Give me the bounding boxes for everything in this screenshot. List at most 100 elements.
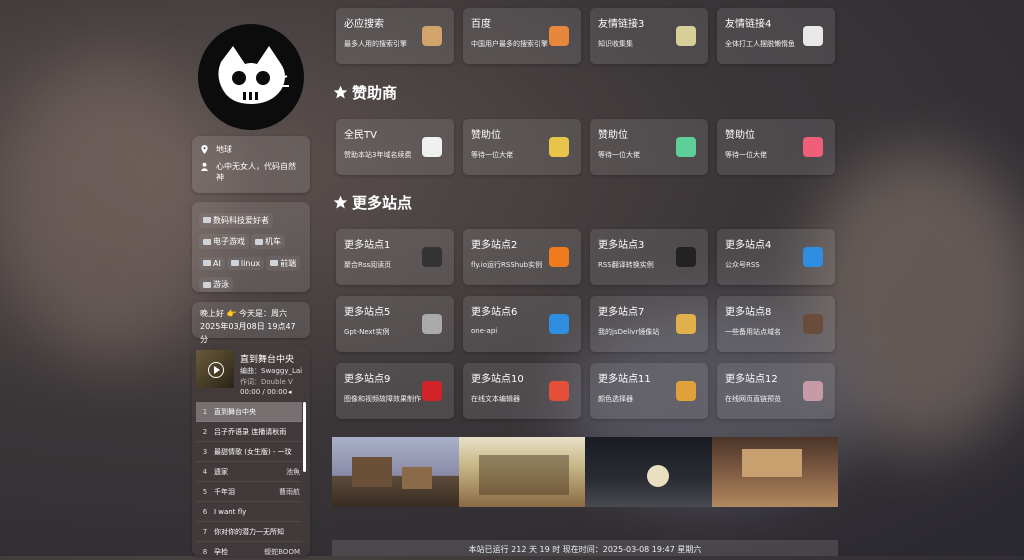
penguin-icon <box>422 247 442 267</box>
site-card[interactable]: 更多站点5 Gpt-Next实例 <box>336 296 454 352</box>
user-icon <box>200 162 209 171</box>
site-description: 公众号RSS <box>725 261 760 269</box>
tag-item[interactable]: 游泳 <box>199 277 233 292</box>
play-icon[interactable] <box>208 362 224 378</box>
site-card[interactable]: 更多站点10 在线文本编辑器 <box>463 363 581 419</box>
site-card[interactable]: 赞助位 等待一位大佬 <box>463 119 581 175</box>
site-description: 我的jsDelivr镜像站 <box>598 328 660 336</box>
doraemon-icon <box>549 314 569 334</box>
site-description: 图像和视频故障效果制作 <box>344 395 421 403</box>
track-number: 2 <box>202 427 208 436</box>
tags-card: 数码科技爱好者电子游戏 机车 AI linux 前端游泳 <box>192 202 310 292</box>
greeting-datetime: 2025年03月08日 19点47分 <box>200 322 296 344</box>
track-name: 千年泪 <box>214 487 235 496</box>
avatar[interactable] <box>198 24 304 130</box>
rss-icon <box>549 247 569 267</box>
site-description: 在线文本编辑器 <box>471 395 520 403</box>
tag-item[interactable]: 电子游戏 <box>199 234 249 249</box>
doraemon-icon <box>803 247 823 267</box>
site-description: fly.io运行RSShub实例 <box>471 261 543 269</box>
pineapple-icon <box>676 381 696 401</box>
site-description: 知识收集集 <box>598 40 633 48</box>
site-card[interactable]: 友情链接4 全体打工人摆脱懒惰鱼 <box>717 8 835 64</box>
track-name: 最甜情歌 (女生版) - 一玟 <box>214 447 292 456</box>
site-card[interactable]: 全民TV 赞助本站3年域名续费 <box>336 119 454 175</box>
site-card[interactable]: 更多站点2 fly.io运行RSShub实例 <box>463 229 581 285</box>
tag-item[interactable]: AI <box>199 256 225 270</box>
site-description: RSS翻译转换实例 <box>598 261 654 269</box>
alien-icon <box>676 137 696 157</box>
penguin-icon <box>676 247 696 267</box>
star-icon <box>333 85 348 99</box>
banner-frame <box>585 437 712 507</box>
footer: 本站已运行 212 天 19 时 现在时间：2025-03-08 19:47 星… <box>332 540 838 556</box>
track-number: 7 <box>202 527 208 536</box>
playlist-row[interactable]: 7 你对你的潜力一无所知 <box>196 522 302 542</box>
playlist: 1 直到舞台中央 2 吕子乔语录 连播请秋雨 3 最甜情歌 (女生版) - 一玟 4 遗家 池魚… <box>196 402 302 556</box>
playlist-scrollbar[interactable] <box>303 402 306 472</box>
site-description: Gpt-Next实例 <box>344 328 390 336</box>
sponsor-section-title: 赞助商 <box>333 82 397 103</box>
track-artist: 池魚 <box>286 467 300 476</box>
track-artist: 曹雨航 <box>279 487 300 496</box>
site-card[interactable]: 百度 中国用户最多的搜索引擎 <box>463 8 581 64</box>
site-description: 中国用户最多的搜索引擎 <box>471 40 548 48</box>
sponsor-title-text: 赞助商 <box>352 84 398 102</box>
tag-label: linux <box>240 258 261 268</box>
terminal-icon <box>230 260 239 266</box>
greeting-card: 晚上好 👉 今天是：周六 2025年03月08日 19点47分 <box>192 302 310 344</box>
playlist-row[interactable]: 6 I want fly <box>196 502 302 522</box>
playlist-row[interactable]: 1 直到舞台中央 <box>196 402 302 422</box>
site-card[interactable]: 赞助位 等待一位大佬 <box>590 119 708 175</box>
playlist-row[interactable]: 2 吕子乔语录 连播请秋雨 <box>196 422 302 442</box>
satellite-icon <box>422 314 442 334</box>
playlist-row[interactable]: 3 最甜情歌 (女生版) - 一玟 <box>196 442 302 462</box>
gamepad-icon <box>203 238 211 245</box>
site-card[interactable]: 更多站点6 one-api <box>463 296 581 352</box>
site-description: 全体打工人摆脱懒惰鱼 <box>725 40 795 48</box>
song-time: 00:00 / 00:00 <box>240 388 288 396</box>
site-card[interactable]: 更多站点7 我的jsDelivr镜像站 <box>590 296 708 352</box>
greeting-text: 晚上好 👉 今天是：周六 <box>200 309 288 318</box>
site-card[interactable]: 更多站点11 颜色选择器 <box>590 363 708 419</box>
swim-icon <box>203 281 211 288</box>
tag-item[interactable]: 机车 <box>251 234 285 249</box>
track-number: 5 <box>202 487 208 496</box>
banner-frame <box>711 437 838 507</box>
site-card[interactable]: 更多站点3 RSS翻译转换实例 <box>590 229 708 285</box>
site-description: 等待一位大佬 <box>471 151 513 159</box>
sharingan-icon <box>422 381 442 401</box>
tag-item[interactable]: linux <box>226 256 265 270</box>
profile-motto: 心中无女人，代码自然神 <box>216 162 296 182</box>
magnifier-icon <box>549 26 569 46</box>
site-card[interactable]: 更多站点1 聚合Rss阅读页 <box>336 229 454 285</box>
site-card[interactable]: 更多站点9 图像和视频故障效果制作 <box>336 363 454 419</box>
site-card[interactable]: 更多站点4 公众号RSS <box>717 229 835 285</box>
volume-icon[interactable]: ◂ <box>288 388 292 396</box>
star-icon <box>333 195 348 209</box>
site-card[interactable]: 更多站点8 一些备用站点域名 <box>717 296 835 352</box>
tag-item[interactable]: 前端 <box>266 255 301 271</box>
site-card[interactable]: 必应搜索 最多人用的搜索引擎 <box>336 8 454 64</box>
site-card[interactable]: 友情链接3 知识收集集 <box>590 8 708 64</box>
site-card[interactable]: 更多站点12 在线网页直链预览 <box>717 363 835 419</box>
ghost-icon <box>422 137 442 157</box>
pacman-ghost-icon <box>549 137 569 157</box>
site-description: 在线网页直链预览 <box>725 395 781 403</box>
tag-label: 前端 <box>280 258 297 268</box>
robot-icon <box>203 260 211 266</box>
site-card[interactable]: 赞助位 等待一位大佬 <box>717 119 835 175</box>
song-title: 直到舞台中央 <box>240 355 295 365</box>
track-name: 直到舞台中央 <box>214 407 256 416</box>
site-description: 等待一位大佬 <box>725 151 767 159</box>
cat-logo-icon <box>218 46 289 104</box>
playlist-row[interactable]: 5 千年泪 曹雨航 <box>196 482 302 502</box>
track-number: 6 <box>202 507 208 516</box>
tag-label: 机车 <box>265 237 281 246</box>
playlist-row[interactable]: 4 遗家 池魚 <box>196 462 302 482</box>
tag-label: 游泳 <box>213 280 229 289</box>
playlist-row[interactable]: 8 孕检 蝮蛇BOOM <box>196 542 302 556</box>
tag-label: 电子游戏 <box>213 237 245 246</box>
tag-item[interactable]: 数码科技爱好者 <box>199 212 273 228</box>
laptop-icon <box>203 217 211 223</box>
